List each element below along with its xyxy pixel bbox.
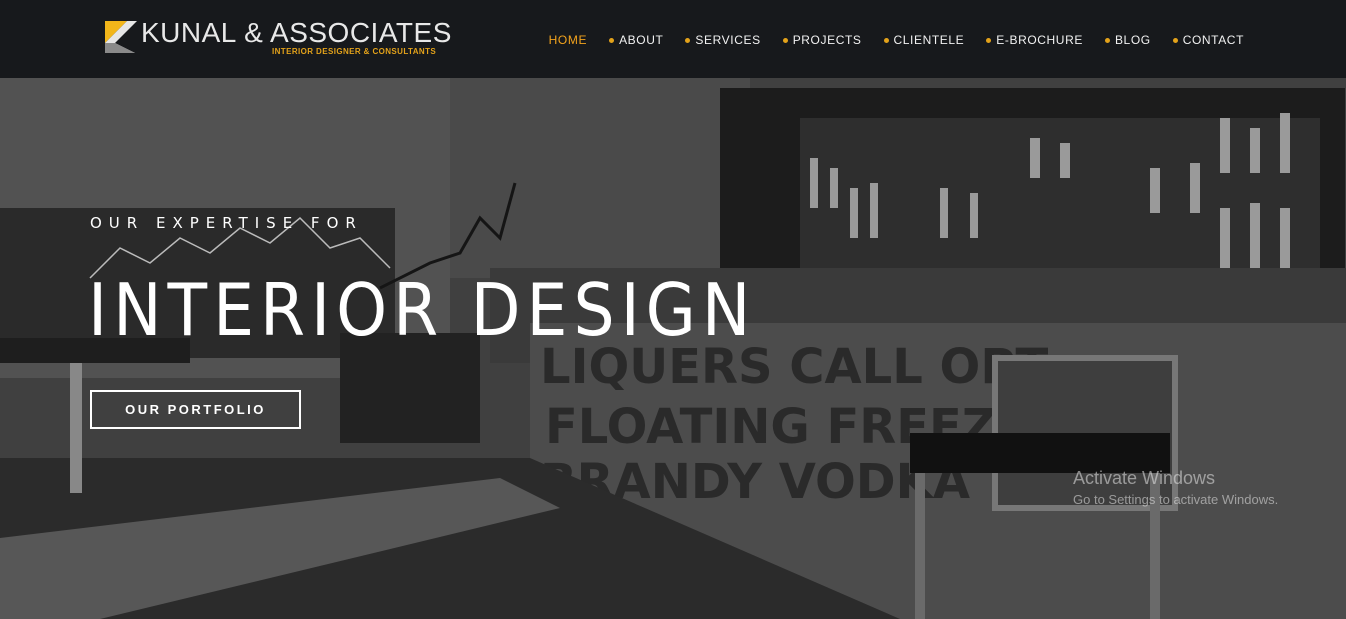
nav-item-label: SERVICES: [695, 33, 761, 47]
bullet-dot-icon: [609, 37, 615, 43]
nav-item-label: HOME: [548, 33, 588, 47]
site-header: KUNAL & ASSOCIATES INTERIOR DESIGNER & C…: [0, 0, 1346, 78]
nav-item-label: CONTACT: [1182, 33, 1244, 47]
nav-item-contact[interactable]: CONTACT: [1172, 33, 1244, 47]
nav-item-label: E-BROCHURE: [996, 33, 1083, 47]
nav-item-e-brochure[interactable]: E-BROCHURE: [986, 33, 1083, 47]
activate-windows-watermark: Activate Windows Go to Settings to activ…: [1073, 468, 1278, 507]
bullet-dot-icon: [685, 37, 691, 43]
nav-item-label: PROJECTS: [792, 33, 862, 47]
bullet-dot-icon: [986, 37, 992, 43]
nav-item-clientele[interactable]: CLIENTELE: [883, 33, 965, 47]
nav-item-home[interactable]: HOME: [549, 33, 587, 47]
bullet-dot-icon: [883, 37, 889, 43]
hero-slider: LIQUERS CALL OPT FLOATING FREEZE BRANDY …: [0, 78, 1346, 619]
logo-mark-icon: [105, 21, 137, 53]
main-nav: HOME ABOUT SERVICES PROJECTS CLIENTELE E…: [549, 33, 1244, 47]
our-portfolio-button[interactable]: OUR PORTFOLIO: [90, 390, 301, 429]
nav-item-projects[interactable]: PROJECTS: [782, 33, 862, 47]
bullet-dot-icon: [782, 37, 788, 43]
site-logo[interactable]: KUNAL & ASSOCIATES INTERIOR DESIGNER & C…: [105, 17, 452, 60]
nav-item-label: CLIENTELE: [893, 33, 965, 47]
nav-item-about[interactable]: ABOUT: [609, 33, 663, 47]
nav-item-blog[interactable]: BLOG: [1104, 33, 1151, 47]
logo-tagline: INTERIOR DESIGNER & CONSULTANTS: [272, 47, 437, 56]
logo-title: KUNAL & ASSOCIATES: [141, 17, 452, 48]
nav-item-label: ABOUT: [619, 33, 664, 47]
watermark-subtitle: Go to Settings to activate Windows.: [1073, 492, 1279, 507]
hero-subtitle: OUR EXPERTISE FOR: [90, 214, 363, 232]
nav-item-label: BLOG: [1114, 33, 1151, 47]
watermark-title: Activate Windows: [1073, 468, 1216, 488]
bullet-dot-icon: [1172, 37, 1178, 43]
nav-item-services[interactable]: SERVICES: [685, 33, 760, 47]
hero-title: INTERIOR DESIGN: [88, 268, 757, 352]
bullet-dot-icon: [1104, 37, 1110, 43]
